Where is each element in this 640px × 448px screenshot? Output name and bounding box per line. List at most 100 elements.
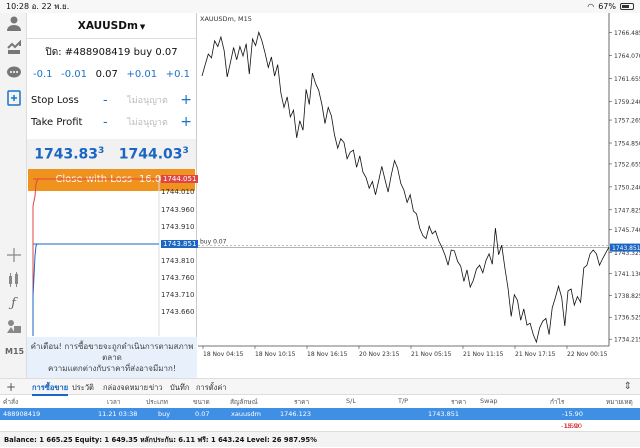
tick-level-8: 1743.660 bbox=[161, 308, 195, 316]
status-right: ◠ 67% bbox=[587, 0, 634, 13]
volume-row: -0.1 -0.01 0.07 +0.01 +0.1 bbox=[27, 67, 196, 81]
time-label: 18 Nov 16:15 bbox=[307, 351, 348, 358]
col-price: ราคา bbox=[294, 398, 310, 406]
col-type: ประเภท bbox=[146, 398, 168, 406]
expand-icon[interactable]: ⇕ bbox=[624, 381, 632, 392]
tab-trade[interactable]: การซื้อขาย bbox=[32, 382, 69, 396]
row-time: 11.21 03:38 bbox=[98, 410, 138, 418]
col-current-price: ราคา bbox=[451, 398, 467, 406]
total-profit: -15.90 USD bbox=[561, 422, 582, 430]
tick-bid-path bbox=[32, 243, 38, 336]
objects-icon[interactable] bbox=[5, 318, 22, 335]
main-chart-svg: 1766.485 1764.070 1761.655 1759.240 1757.265… bbox=[198, 13, 640, 358]
time-label: 21 Nov 11:15 bbox=[463, 351, 504, 358]
tab-news[interactable]: ข่าว bbox=[149, 382, 163, 394]
wifi-icon: ◠ bbox=[587, 2, 595, 11]
price-label: 1747.825 bbox=[614, 207, 640, 214]
stop-loss-row: Stop Loss - ไม่อนุญาต + bbox=[27, 89, 196, 111]
volume-minus-0.01[interactable]: -0.01 bbox=[61, 69, 87, 80]
take-profit-label: Take Profit bbox=[31, 116, 83, 128]
symbol-name: XAUUSDm bbox=[77, 20, 138, 32]
tick-chart: 1744.051 1744.010 1743.960 1743.910 1743… bbox=[27, 175, 199, 336]
stop-loss-minus[interactable]: - bbox=[103, 93, 117, 108]
crosshair-icon[interactable] bbox=[5, 247, 22, 264]
tick-level-5: 1743.810 bbox=[161, 257, 195, 265]
chat-icon[interactable] bbox=[5, 65, 22, 82]
add-icon[interactable]: + bbox=[6, 380, 16, 394]
status-time: 10:28 อ. 22 พ.ย. bbox=[6, 2, 70, 11]
col-swap: Swap bbox=[480, 397, 498, 405]
row-order: 488908419 bbox=[3, 410, 41, 418]
terminal-tabs: + การซื้อขาย ประวัติ กล่องจดหมาย ข่าว บั… bbox=[0, 378, 640, 396]
warning-line-1: คำเตือน! การซื้อขายจะถูกดำเนินการตามสภาพ… bbox=[30, 342, 194, 362]
row-current-price: 1743.851 bbox=[428, 410, 460, 418]
col-tp: T/P bbox=[398, 397, 409, 405]
col-time: เวลา bbox=[107, 398, 121, 406]
price-label: 1757.265 bbox=[614, 118, 640, 125]
stop-loss-label: Stop Loss bbox=[31, 94, 79, 106]
table-row[interactable]: 488908419 11.21 03:38 buy 0.07 xauusdm 1… bbox=[0, 408, 640, 420]
left-toolbar: ƒ M15 bbox=[0, 13, 27, 378]
ask-price: 1744.033 bbox=[118, 145, 189, 163]
volume-value[interactable]: 0.07 bbox=[96, 69, 118, 80]
indicators-icon[interactable] bbox=[5, 271, 22, 288]
time-label: 21 Nov 05:15 bbox=[411, 351, 452, 358]
balance-line: Balance: 1 665.25 Equity: 1 649.35 หลักป… bbox=[4, 436, 317, 444]
tab-journal[interactable]: บันทึก bbox=[170, 382, 189, 394]
price-label: 1759.240 bbox=[614, 99, 640, 106]
stop-loss-plus[interactable]: + bbox=[178, 92, 192, 108]
battery-icon bbox=[620, 3, 634, 10]
current-price-badge-text: 1743.851 bbox=[612, 245, 640, 252]
row-symbol: xauusdm bbox=[231, 410, 261, 418]
bid-price: 1743.833 bbox=[34, 145, 105, 163]
balance-bar: Balance: 1 665.25 Equity: 1 649.35 หลักป… bbox=[0, 431, 640, 447]
positions-table-header: คำสั่ง เวลา ประเภท ขนาด สัญลักษณ์ ราคา S… bbox=[0, 395, 640, 407]
volume-plus-0.1[interactable]: +0.1 bbox=[166, 69, 190, 80]
volume-minus-0.1[interactable]: -0.1 bbox=[33, 69, 53, 80]
price-label: 1761.655 bbox=[614, 76, 640, 83]
price-label: 1745.740 bbox=[614, 227, 640, 234]
warning-line-2: ความแตกต่างกับราคาที่ส่งอาจมีมาก! bbox=[47, 364, 177, 373]
account-icon[interactable] bbox=[5, 15, 22, 32]
symbol-selector[interactable]: XAUUSDm ▼ bbox=[27, 13, 196, 39]
timeframe-button[interactable]: M15 bbox=[5, 343, 24, 360]
order-title: ปิด: #488908419 buy 0.07 bbox=[45, 47, 178, 58]
tick-level-1: 1744.010 bbox=[161, 188, 195, 196]
col-sl: S/L bbox=[346, 397, 356, 405]
time-label: 18 Nov 04:15 bbox=[203, 351, 244, 358]
order-panel: XAUUSDm ▼ ปิด: #488908419 buy 0.07 -0.1 -… bbox=[27, 13, 199, 378]
price-display: 1743.833 1744.033 bbox=[27, 139, 196, 169]
tick-level-3: 1743.910 bbox=[161, 223, 195, 231]
row-type: buy bbox=[158, 410, 171, 418]
tab-history[interactable]: ประวัติ bbox=[72, 382, 94, 394]
warning-banner: คำเตือน! การซื้อขายจะถูกดำเนินการตามสภาพ… bbox=[27, 337, 197, 378]
tick-ask-badge: 1744.051 bbox=[161, 175, 199, 183]
take-profit-minus[interactable]: - bbox=[103, 115, 117, 130]
price-label: 1752.655 bbox=[614, 161, 640, 168]
new-order-icon[interactable] bbox=[5, 90, 22, 107]
col-symbol: สัญลักษณ์ bbox=[230, 398, 258, 406]
stop-loss-field[interactable]: ไม่อนุญาต bbox=[117, 93, 178, 107]
col-profit: กำไร bbox=[550, 398, 565, 406]
price-label: 1766.485 bbox=[614, 30, 640, 37]
battery-percent: 67% bbox=[598, 2, 616, 11]
price-label: 1754.850 bbox=[614, 141, 640, 148]
take-profit-field[interactable]: ไม่อนุญาต bbox=[117, 115, 178, 129]
take-profit-row: Take Profit - ไม่อนุญาต + bbox=[27, 111, 196, 133]
caret-down-icon: ▼ bbox=[139, 23, 146, 31]
take-profit-plus[interactable]: + bbox=[178, 114, 192, 130]
main-chart[interactable]: 1766.485 1764.070 1761.655 1759.240 1757.265… bbox=[198, 13, 640, 378]
tick-level-6: 1743.760 bbox=[161, 274, 195, 282]
row-price: 1746.123 bbox=[280, 410, 312, 418]
row-profit: -15.90 bbox=[562, 410, 583, 418]
function-icon[interactable]: ƒ bbox=[5, 295, 22, 312]
time-label: 18 Nov 10:15 bbox=[255, 351, 296, 358]
tab-mailbox[interactable]: กล่องจดหมาย bbox=[103, 382, 148, 394]
trade-icon[interactable] bbox=[5, 39, 22, 56]
volume-plus-0.01[interactable]: +0.01 bbox=[126, 69, 157, 80]
price-label: 1738.825 bbox=[614, 293, 640, 300]
tick-ask-path bbox=[32, 178, 39, 336]
price-label: 1736.525 bbox=[614, 315, 640, 322]
tab-settings[interactable]: การตั้งค่า bbox=[196, 382, 227, 394]
price-series-line bbox=[201, 30, 610, 344]
